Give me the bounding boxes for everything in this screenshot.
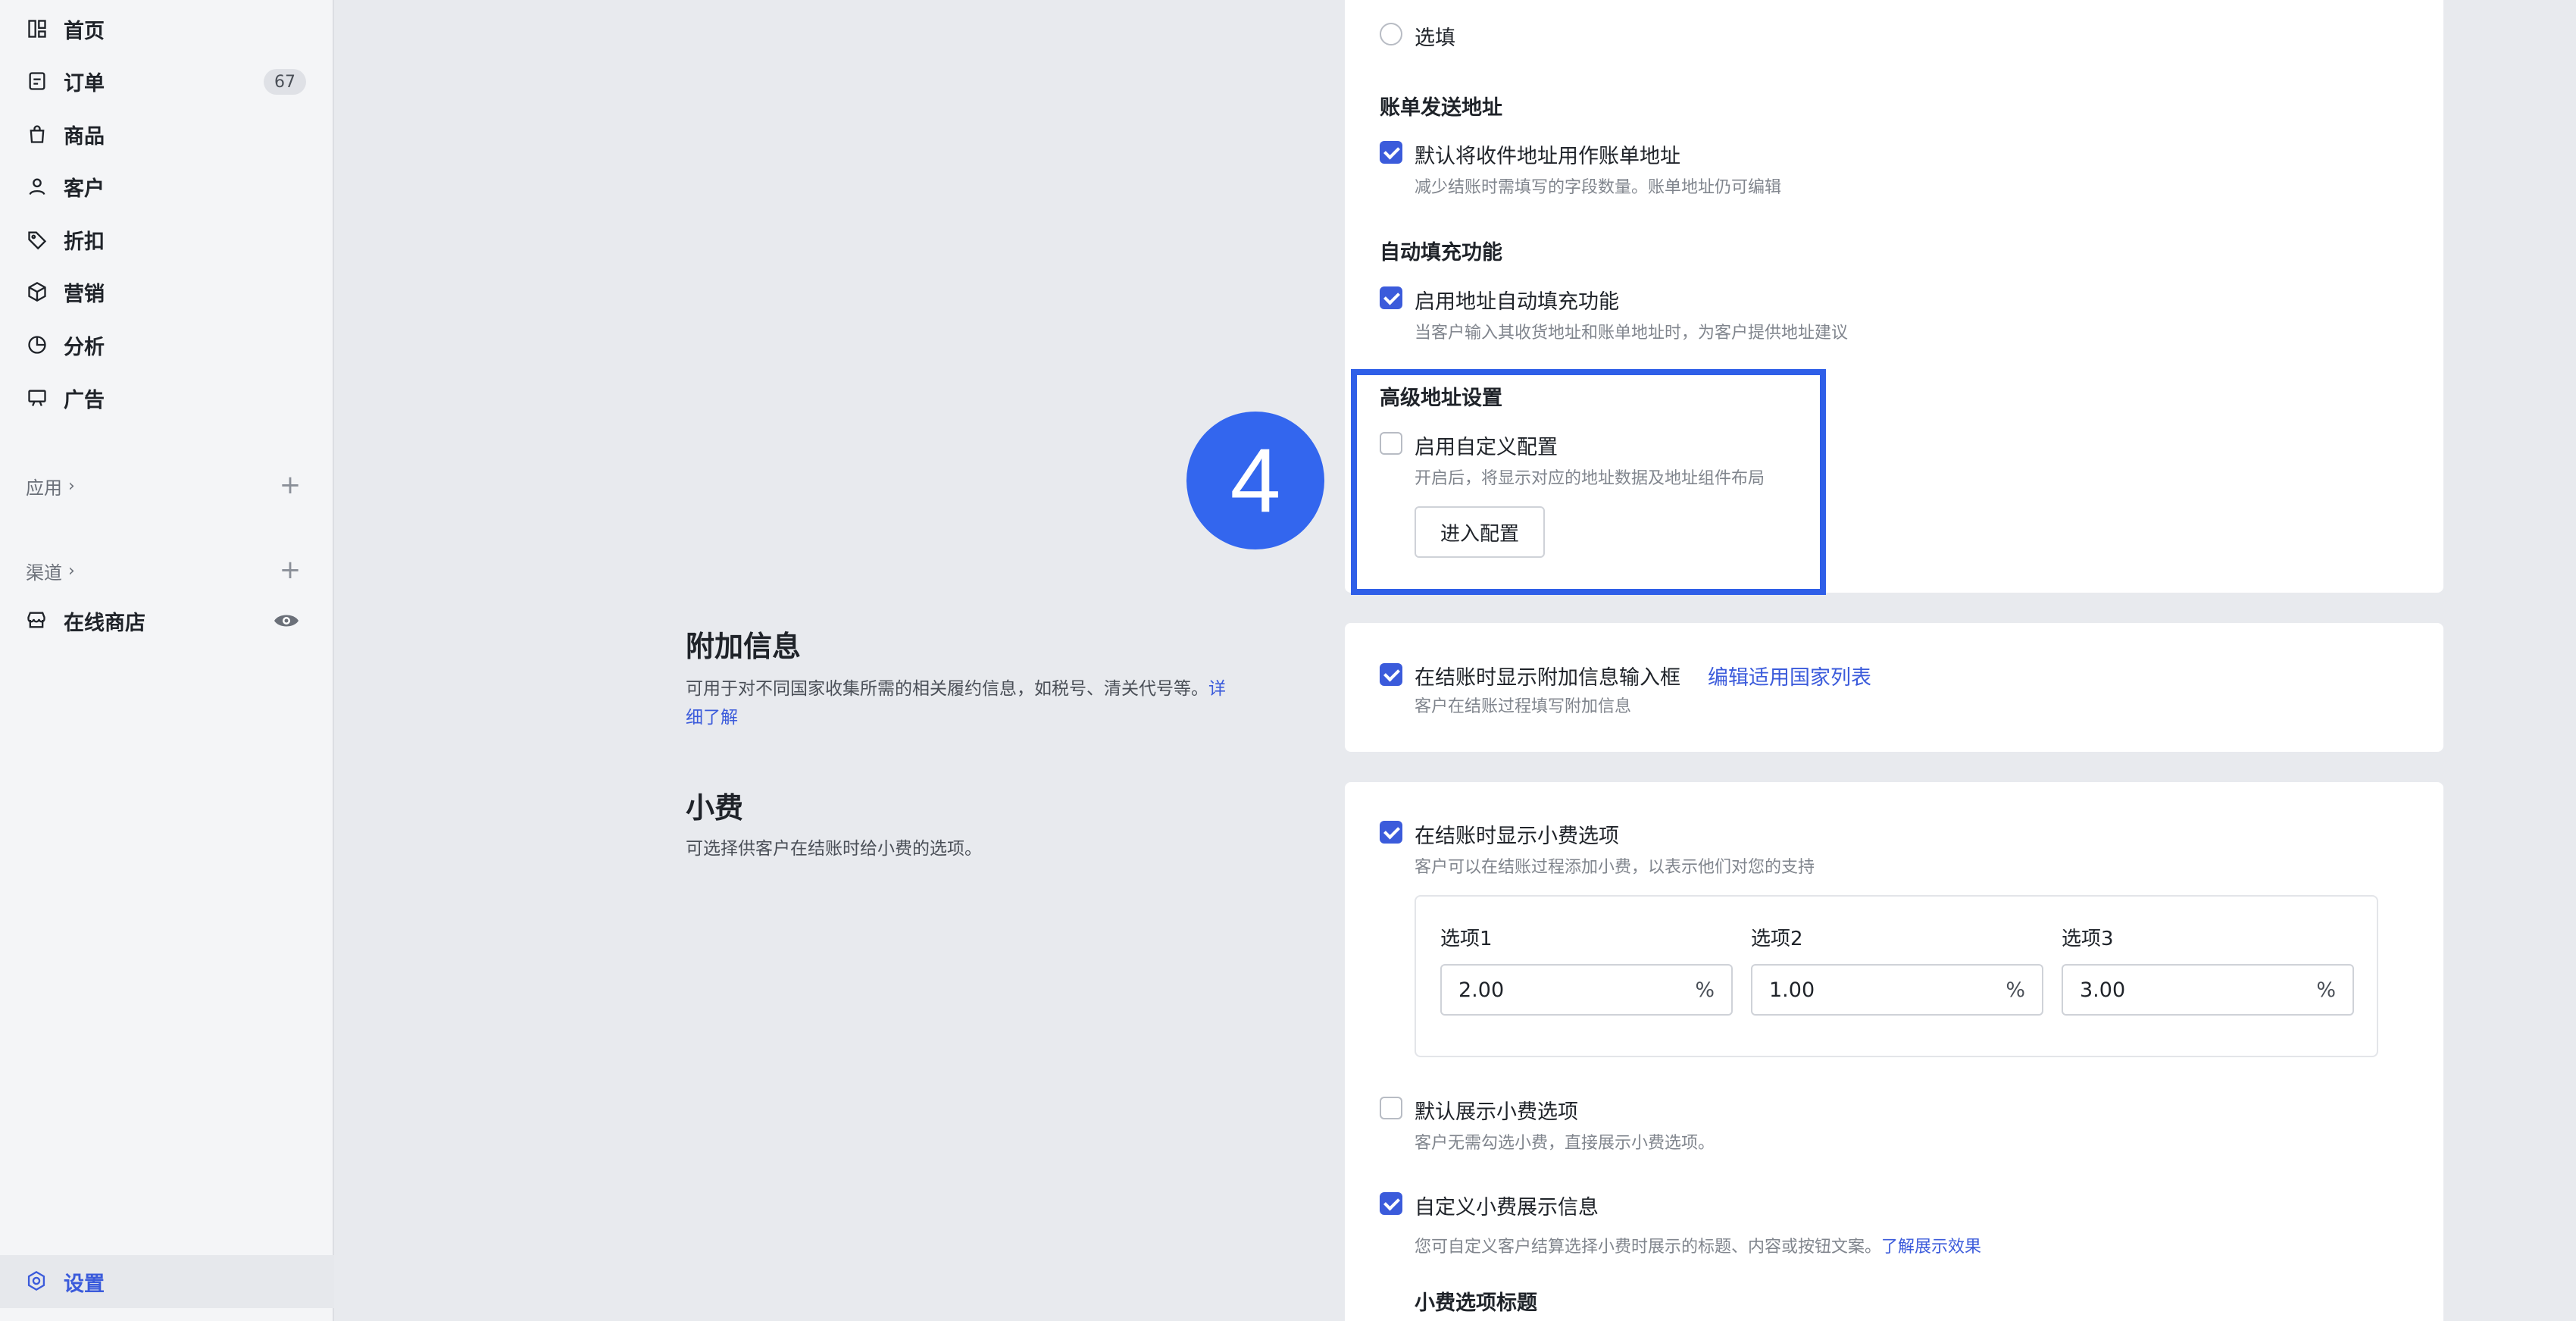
- custom-tips-label: 自定义小费展示信息: [1415, 1196, 1599, 1219]
- tip-option-2-value: 1.00: [1769, 978, 1815, 1002]
- percent-unit: %: [2005, 978, 2025, 1002]
- eye-icon[interactable]: [273, 611, 300, 631]
- sidebar-item-label: 订单: [64, 71, 105, 95]
- home-icon: [26, 17, 48, 40]
- tip-option-1-value: 2.00: [1458, 978, 1505, 1002]
- custom-tips-desc: 您可自定义客户结算选择小费时展示的标题、内容或按钮文案。了解展示效果: [1415, 1233, 1981, 1257]
- sidebar-item-label: 首页: [64, 19, 105, 43]
- extra-info-desc: 可用于对不同国家收集所需的相关履约信息，如税号、清关代号等。详细了解: [686, 675, 1239, 732]
- chevron-right-icon: ›: [68, 477, 75, 496]
- custom-tips-desc-text: 您可自定义客户结算选择小费时展示的标题、内容或按钮文案。: [1415, 1238, 1882, 1257]
- tip-option-3-value: 3.00: [2080, 978, 2126, 1002]
- show-tips-checkbox[interactable]: [1380, 821, 1402, 844]
- add-channel-button[interactable]: +: [279, 557, 302, 583]
- percent-unit: %: [1695, 978, 1715, 1002]
- tip-option-2-input[interactable]: 1.00 %: [1751, 964, 2043, 1016]
- sidebar-item-label: 分析: [64, 335, 105, 359]
- show-tips-label: 在结账时显示小费选项: [1415, 825, 1619, 848]
- sidebar-item-orders[interactable]: 订单 67: [26, 60, 306, 102]
- autofill-desc: 当客户输入其收货地址和账单地址时，为客户提供地址建议: [1415, 324, 1849, 343]
- default-tips-desc: 客户无需勾选小费，直接展示小费选项。: [1415, 1134, 1715, 1153]
- autofill-checkbox[interactable]: [1380, 286, 1402, 309]
- sidebar-item-label: 在线商店: [64, 611, 145, 635]
- channels-section-toggle[interactable]: 渠道 ›: [26, 558, 75, 584]
- orders-icon: [26, 70, 48, 92]
- percent-unit: %: [2316, 978, 2336, 1002]
- sidebar-item-discounts[interactable]: 折扣: [26, 218, 306, 261]
- add-app-button[interactable]: +: [279, 472, 302, 498]
- extra-info-check-desc: 客户在结账过程填写附加信息: [1415, 697, 1632, 716]
- settings-icon: [26, 1270, 48, 1293]
- optional-label: 选填: [1415, 27, 1455, 50]
- sidebar-item-products[interactable]: 商品: [26, 113, 306, 155]
- sidebar-item-label: 广告: [64, 388, 105, 412]
- billing-title: 账单发送地址: [1380, 96, 1502, 120]
- edit-country-list-link[interactable]: 编辑适用国家列表: [1708, 661, 1871, 690]
- default-tips-checkbox[interactable]: [1380, 1097, 1402, 1119]
- tip-option-1-input[interactable]: 2.00 %: [1440, 964, 1733, 1016]
- optional-radio[interactable]: [1380, 23, 1402, 45]
- bag-icon: [26, 123, 48, 146]
- apps-label: 应用: [26, 477, 62, 499]
- default-tips-label: 默认展示小费选项: [1415, 1100, 1578, 1124]
- billing-default-label: 默认将收件地址用作账单地址: [1415, 145, 1680, 168]
- billing-default-desc: 减少结账时需填写的字段数量。账单地址仍可编辑: [1415, 178, 1782, 197]
- sidebar-item-ads[interactable]: 广告: [26, 377, 306, 419]
- sidebar-item-label: 营销: [64, 282, 105, 306]
- tag-icon: [26, 228, 48, 251]
- user-icon: [26, 175, 48, 198]
- tip-option-3-input[interactable]: 3.00 %: [2062, 964, 2354, 1016]
- sidebar-item-home[interactable]: 首页: [26, 8, 306, 50]
- tip-option-2-label: 选项2: [1751, 928, 1803, 950]
- view-effect-link[interactable]: 了解展示效果: [1881, 1238, 1981, 1257]
- tips-title: 小费: [686, 791, 744, 825]
- sidebar-item-label: 设置: [64, 1272, 105, 1296]
- ad-icon: [26, 387, 48, 409]
- cube-icon: [26, 280, 48, 303]
- autofill-title: 自动填充功能: [1380, 241, 1502, 265]
- sidebar-item-label: 客户: [64, 177, 105, 201]
- step-number-badge: 4: [1186, 412, 1324, 549]
- sidebar-item-customers[interactable]: 客户: [26, 165, 306, 208]
- apps-section-toggle[interactable]: 应用 ›: [26, 473, 75, 499]
- billing-default-checkbox[interactable]: [1380, 141, 1402, 164]
- show-tips-desc: 客户可以在结账过程添加小费，以表示他们对您的支持: [1415, 858, 1815, 877]
- extra-info-checkbox[interactable]: [1380, 663, 1402, 686]
- chevron-right-icon: ›: [68, 562, 75, 581]
- sidebar-item-online-store[interactable]: 在线商店: [26, 599, 306, 642]
- tip-option-1-label: 选项1: [1440, 928, 1493, 950]
- sidebar-item-label: 商品: [64, 124, 105, 149]
- pie-icon: [26, 333, 48, 356]
- sidebar: 首页 订单 67 商品 客户 折扣 营销 分析 广告 应用 › + 渠道 › +…: [0, 0, 334, 1321]
- extra-info-desc-text: 可用于对不同国家收集所需的相关履约信息，如税号、清关代号等。: [686, 679, 1208, 699]
- channels-label: 渠道: [26, 562, 62, 584]
- sidebar-item-analytics[interactable]: 分析: [26, 324, 306, 366]
- extra-info-title: 附加信息: [686, 630, 802, 663]
- store-icon: [26, 609, 48, 632]
- tip-title-label: 小费选项标题: [1415, 1291, 1537, 1315]
- tips-desc: 可选择供客户在结账时给小费的选项。: [686, 839, 982, 859]
- orders-count-badge: 67: [264, 69, 306, 95]
- sidebar-item-settings[interactable]: 设置: [0, 1255, 334, 1308]
- sidebar-item-label: 折扣: [64, 230, 105, 254]
- autofill-label: 启用地址自动填充功能: [1415, 290, 1619, 314]
- extra-info-label: 在结账时显示附加信息输入框: [1415, 666, 1680, 690]
- sidebar-item-marketing[interactable]: 营销: [26, 271, 306, 313]
- tip-option-3-label: 选项3: [2062, 928, 2114, 950]
- highlight-box: [1351, 369, 1826, 595]
- custom-tips-checkbox[interactable]: [1380, 1192, 1402, 1215]
